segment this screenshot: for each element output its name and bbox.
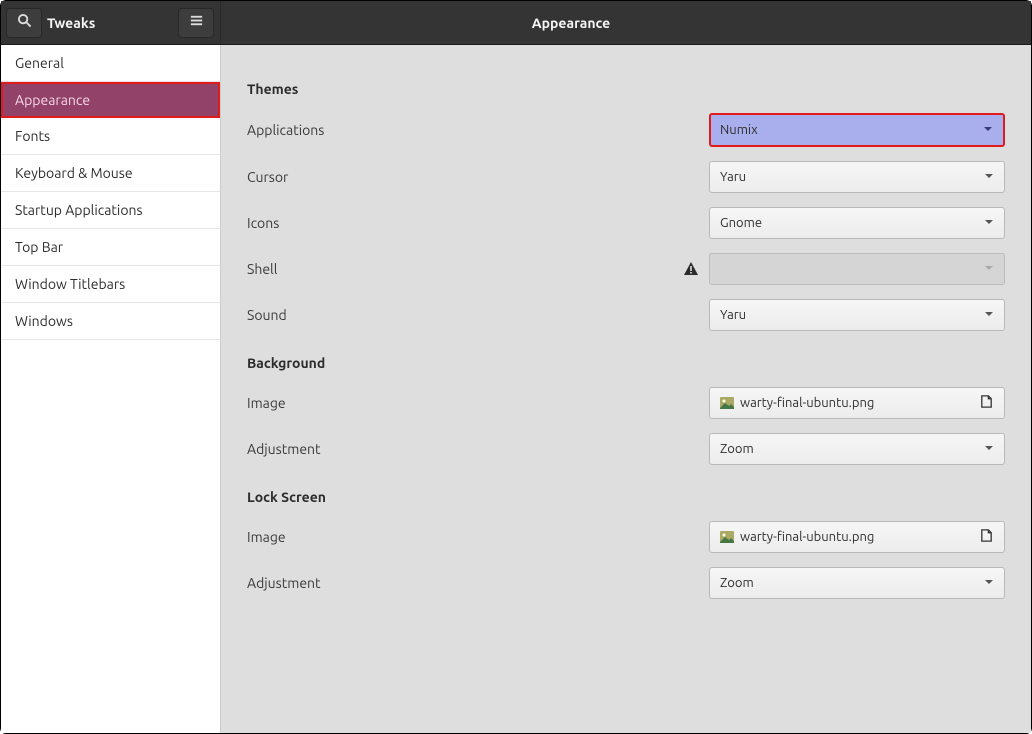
open-file-icon	[979, 394, 994, 412]
row-ls-image: Image warty-final-ubuntu.png	[247, 521, 1005, 553]
section-heading-themes: Themes	[247, 81, 1005, 97]
file-name: warty-final-ubuntu.png	[740, 396, 874, 410]
sidebar-item-label: Fonts	[15, 128, 50, 144]
filechooser-bg-image[interactable]: warty-final-ubuntu.png	[709, 387, 1005, 419]
row-bg-image: Image warty-final-ubuntu.png	[247, 387, 1005, 419]
maximize-button[interactable]	[967, 14, 985, 32]
combo-applications[interactable]: Numix	[709, 113, 1005, 147]
label-bg-image: Image	[247, 395, 709, 411]
label-applications: Applications	[247, 122, 709, 138]
sidebar-item-appearance[interactable]: Appearance	[1, 82, 220, 118]
close-button[interactable]	[999, 14, 1017, 32]
chevron-down-icon	[983, 123, 993, 137]
label-icons: Icons	[247, 215, 709, 231]
combo-cursor[interactable]: Yaru	[709, 161, 1005, 193]
combo-value: Yaru	[720, 170, 746, 184]
sidebar: General Appearance Fonts Keyboard & Mous…	[1, 45, 221, 733]
sidebar-item-general[interactable]: General	[1, 45, 220, 82]
row-icons: Icons Gnome	[247, 207, 1005, 239]
minimize-button[interactable]	[935, 14, 953, 32]
filechooser-ls-image[interactable]: warty-final-ubuntu.png	[709, 521, 1005, 553]
combo-icons[interactable]: Gnome	[709, 207, 1005, 239]
label-ls-adjustment: Adjustment	[247, 575, 709, 591]
label-ls-image: Image	[247, 529, 709, 545]
chevron-down-icon	[984, 170, 994, 184]
chevron-down-icon	[984, 262, 994, 276]
sidebar-item-label: Startup Applications	[15, 202, 143, 218]
chevron-down-icon	[984, 308, 994, 322]
image-file-icon	[720, 530, 734, 544]
main: General Appearance Fonts Keyboard & Mous…	[1, 45, 1031, 733]
warning-icon	[683, 261, 699, 277]
image-file-icon	[720, 396, 734, 410]
chevron-down-icon	[984, 576, 994, 590]
label-sound: Sound	[247, 307, 709, 323]
sidebar-item-window-titlebars[interactable]: Window Titlebars	[1, 266, 220, 303]
chevron-down-icon	[984, 442, 994, 456]
combo-ls-adjustment[interactable]: Zoom	[709, 567, 1005, 599]
window-controls	[921, 14, 1031, 32]
sidebar-item-label: General	[15, 55, 64, 71]
combo-bg-adjustment[interactable]: Zoom	[709, 433, 1005, 465]
row-applications: Applications Numix	[247, 113, 1005, 147]
row-ls-adjustment: Adjustment Zoom	[247, 567, 1005, 599]
sidebar-item-label: Appearance	[15, 92, 90, 108]
combo-value: Zoom	[720, 576, 754, 590]
headerbar-right: Appearance	[221, 1, 1031, 44]
sidebar-item-windows[interactable]: Windows	[1, 303, 220, 340]
combo-value: Zoom	[720, 442, 754, 456]
hamburger-icon	[189, 13, 204, 32]
headerbar-left: Tweaks	[1, 1, 221, 44]
combo-value: Yaru	[720, 308, 746, 322]
row-bg-adjustment: Adjustment Zoom	[247, 433, 1005, 465]
hamburger-menu-button[interactable]	[178, 8, 214, 38]
headerbar: Tweaks Appearance	[1, 1, 1031, 45]
label-cursor: Cursor	[247, 169, 709, 185]
open-file-icon	[979, 528, 994, 546]
row-sound: Sound Yaru	[247, 299, 1005, 331]
label-bg-adjustment: Adjustment	[247, 441, 709, 457]
sidebar-title: Tweaks	[47, 15, 173, 31]
row-shell: Shell	[247, 253, 1005, 285]
page-title: Appearance	[221, 15, 921, 31]
section-heading-background: Background	[247, 355, 1005, 371]
search-button[interactable]	[6, 8, 42, 38]
section-heading-lockscreen: Lock Screen	[247, 489, 1005, 505]
combo-shell	[709, 253, 1005, 285]
sidebar-item-top-bar[interactable]: Top Bar	[1, 229, 220, 266]
row-cursor: Cursor Yaru	[247, 161, 1005, 193]
sidebar-item-label: Top Bar	[15, 239, 63, 255]
sidebar-item-label: Windows	[15, 313, 73, 329]
combo-sound[interactable]: Yaru	[709, 299, 1005, 331]
label-shell: Shell	[247, 261, 683, 277]
chevron-down-icon	[984, 216, 994, 230]
sidebar-item-keyboard-mouse[interactable]: Keyboard & Mouse	[1, 155, 220, 192]
sidebar-item-label: Window Titlebars	[15, 276, 125, 292]
content: Themes Applications Numix Cursor Yaru Ic…	[221, 45, 1031, 733]
search-icon	[17, 13, 32, 32]
file-name: warty-final-ubuntu.png	[740, 530, 874, 544]
sidebar-item-startup-applications[interactable]: Startup Applications	[1, 192, 220, 229]
sidebar-item-fonts[interactable]: Fonts	[1, 118, 220, 155]
sidebar-item-label: Keyboard & Mouse	[15, 165, 133, 181]
combo-value: Numix	[720, 123, 758, 137]
combo-value: Gnome	[720, 216, 762, 230]
